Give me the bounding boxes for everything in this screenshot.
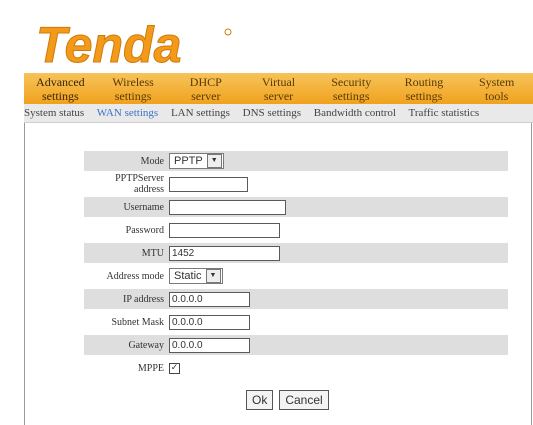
sub-menu: System status WAN settings LAN settings … (24, 104, 533, 123)
address-mode-label: Address mode (106, 270, 165, 282)
mtu-row: MTU 1452 (84, 243, 508, 263)
wan-form: Mode PPTP ▼ PPTPServer address Username … (84, 151, 508, 381)
tab-virtual-server[interactable]: Virtual server (242, 73, 315, 104)
server-input[interactable] (169, 176, 248, 192)
main-menu: Advanced settings Wireless settings DHCP se… (24, 73, 533, 104)
subnav-wan-settings[interactable]: WAN settings (97, 107, 158, 119)
mask-label: Subnet Mask (111, 316, 165, 328)
password-label: Password (125, 224, 164, 236)
subnav-dns-settings[interactable]: DNS settings (243, 107, 301, 119)
tenda-logo: Tenda (36, 18, 232, 68)
mask-input[interactable]: 0.0.0.0 (169, 314, 250, 330)
chevron-down-icon: ▼ (205, 269, 221, 283)
tab-dhcp-server[interactable]: DHCP server (169, 73, 242, 104)
subnav-system-status[interactable]: System status (24, 107, 84, 119)
gateway-label: Gateway (128, 339, 164, 351)
tab-routing-settings[interactable]: Routing settings (388, 73, 461, 104)
ip-input[interactable]: 0.0.0.0 (169, 291, 250, 307)
cancel-button[interactable]: Cancel (279, 390, 329, 410)
username-row: Username (84, 197, 508, 217)
mtu-input[interactable]: 1452 (169, 245, 280, 261)
ip-row: IP address 0.0.0.0 (84, 289, 508, 309)
ip-label: IP address (122, 293, 164, 305)
svg-text:Tenda: Tenda (36, 18, 181, 68)
content-panel: Mode PPTP ▼ PPTPServer address Username … (24, 123, 532, 425)
mask-row: Subnet Mask 0.0.0.0 (84, 312, 508, 332)
mode-label: Mode (140, 155, 164, 167)
tab-wireless-settings[interactable]: Wireless settings (97, 73, 170, 104)
password-row: Password (84, 220, 508, 240)
mppe-checkbox[interactable]: ✓ (169, 362, 180, 374)
address-mode-row: Address mode Static ▼ (84, 266, 508, 286)
username-input[interactable] (169, 199, 286, 215)
chevron-down-icon: ▼ (206, 154, 222, 168)
username-label: Username (123, 201, 164, 213)
gateway-input[interactable]: 0.0.0.0 (169, 337, 250, 353)
ok-button[interactable]: Ok (246, 390, 274, 410)
subnav-traffic-statistics[interactable]: Traffic statistics (409, 107, 480, 119)
subnav-lan-settings[interactable]: LAN settings (171, 107, 230, 119)
server-row: PPTPServer address (84, 173, 508, 195)
address-mode-select[interactable]: Static ▼ (169, 268, 223, 284)
tab-advanced-settings[interactable]: Advanced settings (24, 73, 97, 104)
subnav-bandwidth-control[interactable]: Bandwidth control (314, 107, 396, 119)
mtu-label: MTU (141, 247, 164, 259)
gateway-row: Gateway 0.0.0.0 (84, 335, 508, 355)
mppe-row: MPPE ✓ (84, 358, 508, 378)
server-label: PPTPServer address (115, 173, 164, 195)
password-input[interactable] (169, 222, 280, 238)
tab-security-settings[interactable]: Security settings (315, 73, 388, 104)
mppe-label: MPPE (137, 362, 164, 374)
mode-row: Mode PPTP ▼ (84, 151, 508, 171)
tab-system-tools[interactable]: System tools (460, 73, 533, 104)
form-buttons: Ok Cancel (246, 390, 329, 410)
mode-select[interactable]: PPTP ▼ (169, 153, 224, 169)
